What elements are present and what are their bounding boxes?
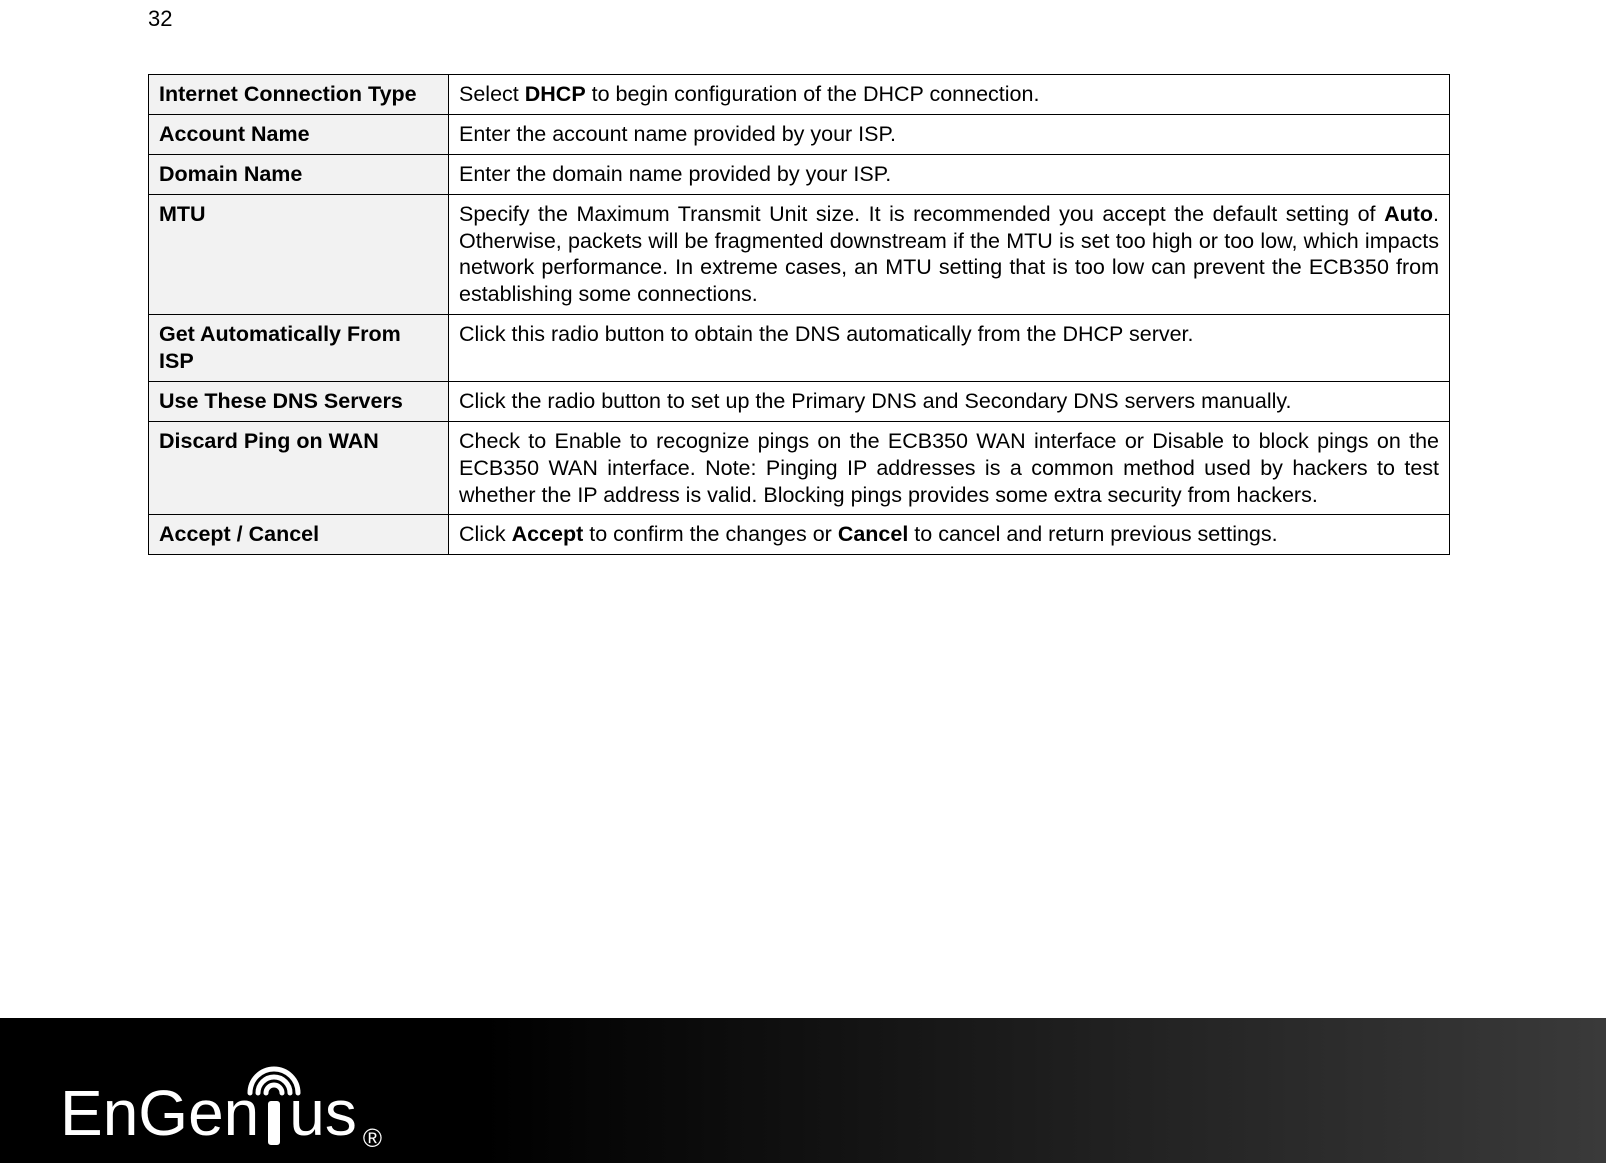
- setting-label: Account Name: [149, 114, 449, 154]
- setting-description: Click the radio button to set up the Pri…: [449, 381, 1450, 421]
- brand-text: EnGen us®: [60, 1081, 382, 1145]
- brand-wifi-i: [259, 1081, 289, 1145]
- setting-description: Click Accept to confirm the changes or C…: [449, 515, 1450, 555]
- setting-description: Enter the account name provided by your …: [449, 114, 1450, 154]
- table-row: Accept / CancelClick Accept to confirm t…: [149, 515, 1450, 555]
- registered-mark: ®: [363, 1125, 382, 1151]
- table-row: Discard Ping on WANCheck to Enable to re…: [149, 421, 1450, 515]
- table-row: Domain NameEnter the domain name provide…: [149, 154, 1450, 194]
- setting-label: Discard Ping on WAN: [149, 421, 449, 515]
- setting-description: Check to Enable to recognize pings on th…: [449, 421, 1450, 515]
- setting-label: MTU: [149, 194, 449, 315]
- table-row: Account NameEnter the account name provi…: [149, 114, 1450, 154]
- brand-logo: EnGen us®: [60, 1055, 382, 1145]
- setting-label: Use These DNS Servers: [149, 381, 449, 421]
- wifi-icon: [246, 1059, 302, 1097]
- setting-label: Get Automatically From ISP: [149, 315, 449, 382]
- footer-bar: EnGen us®: [0, 1018, 1606, 1163]
- table-row: Use These DNS ServersClick the radio but…: [149, 381, 1450, 421]
- setting-description: Click this radio button to obtain the DN…: [449, 315, 1450, 382]
- setting-label: Domain Name: [149, 154, 449, 194]
- table-row: MTUSpecify the Maximum Transmit Unit siz…: [149, 194, 1450, 315]
- setting-description: Enter the domain name provided by your I…: [449, 154, 1450, 194]
- table-row: Get Automatically From ISPClick this rad…: [149, 315, 1450, 382]
- settings-table: Internet Connection TypeSelect DHCP to b…: [148, 74, 1450, 555]
- page-number: 32: [148, 6, 172, 32]
- setting-label: Internet Connection Type: [149, 75, 449, 115]
- setting-label: Accept / Cancel: [149, 515, 449, 555]
- table-row: Internet Connection TypeSelect DHCP to b…: [149, 75, 1450, 115]
- setting-description: Select DHCP to begin configuration of th…: [449, 75, 1450, 115]
- setting-description: Specify the Maximum Transmit Unit size. …: [449, 194, 1450, 315]
